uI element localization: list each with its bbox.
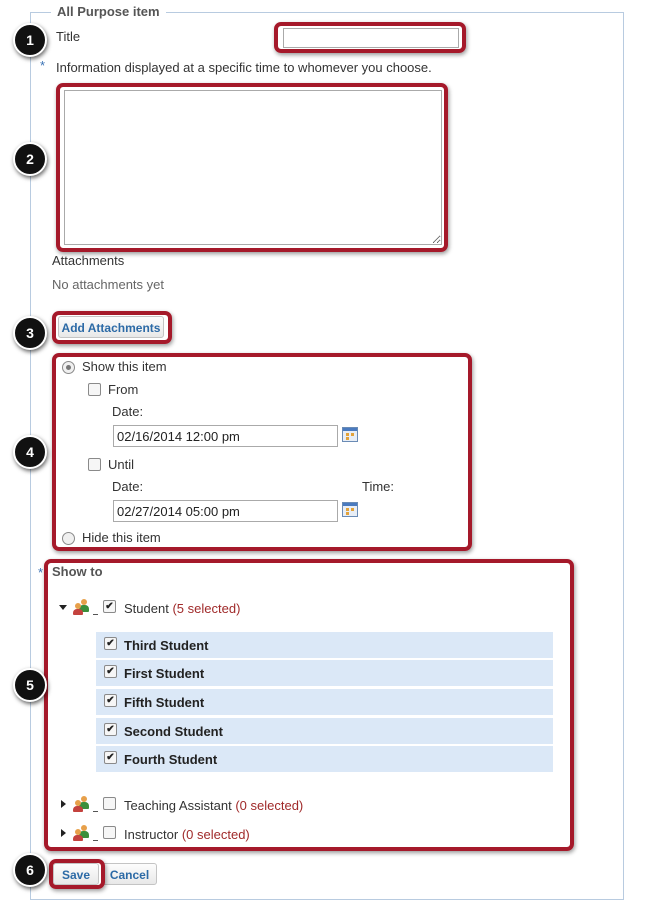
step-badge-6: 6: [13, 853, 47, 887]
highlight-title: [274, 22, 466, 53]
highlight-visibility: [52, 353, 472, 551]
step-badge-5: 5: [13, 668, 47, 702]
step-badge-4: 4: [13, 435, 47, 469]
title-label: Title: [56, 29, 81, 44]
step-badge-3: 3: [13, 316, 47, 350]
step-badge-1: 1: [13, 23, 47, 57]
attachments-heading: Attachments: [52, 253, 125, 268]
required-asterisk: *: [40, 58, 46, 73]
required-asterisk: *: [38, 565, 44, 580]
highlight-add-attachments: [52, 311, 172, 344]
highlight-show-to: [44, 559, 574, 851]
highlight-save: [49, 859, 105, 889]
step-badge-2: 2: [13, 142, 47, 176]
attachments-empty-text: No attachments yet: [52, 277, 164, 292]
cancel-button[interactable]: Cancel: [102, 863, 157, 885]
fieldset-legend: All Purpose item: [51, 4, 166, 19]
info-label: Information displayed at a specific time…: [56, 60, 432, 75]
highlight-info: [56, 83, 448, 252]
